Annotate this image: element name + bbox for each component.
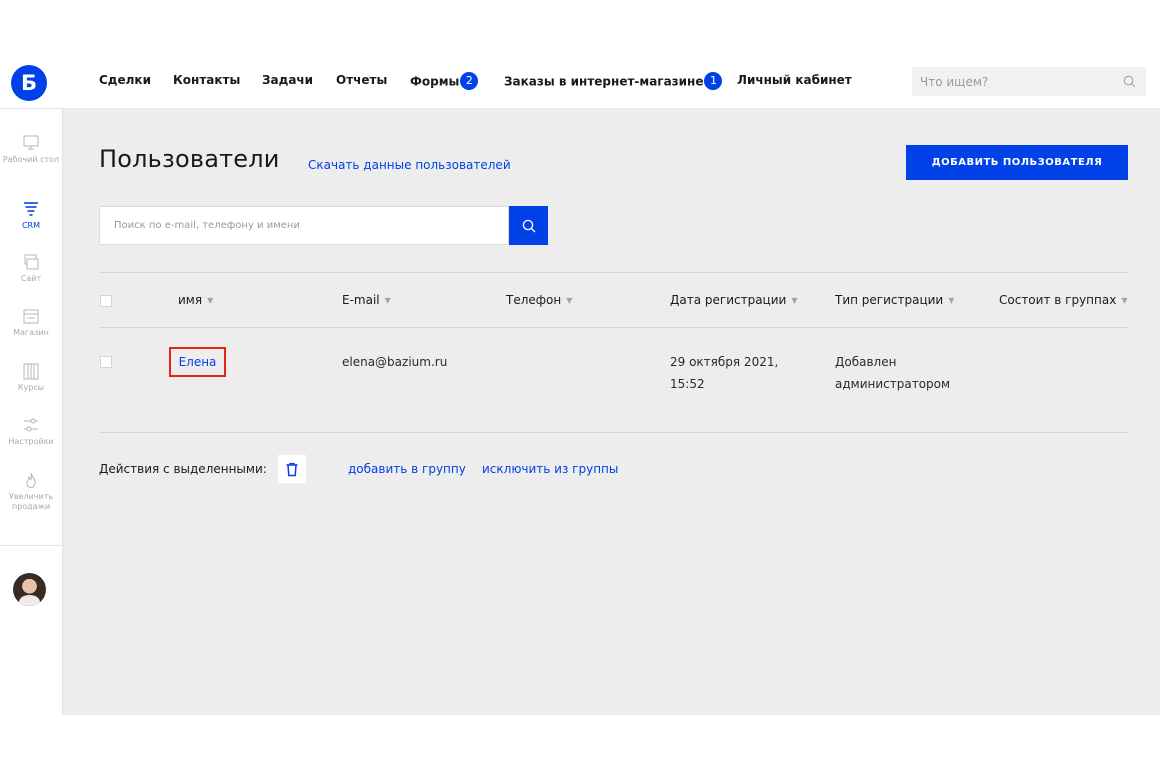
bulk-actions-label: Действия с выделенными: [99,462,267,476]
nav-item-tasks[interactable]: Задачи [262,73,313,87]
page-title: Пользователи [99,145,280,173]
nav-item-account[interactable]: Личный кабинет [737,73,852,87]
sort-arrow-icon: ▼ [791,296,798,305]
column-header-email[interactable]: E-mail ▼ [342,293,391,307]
column-header-label: имя [178,293,203,307]
sidebar-item-label: Увеличить продажи [8,492,54,511]
nav-item-orders[interactable]: Заказы в интернет-магазине 1 [504,72,723,91]
search-icon[interactable] [1123,75,1136,88]
store-icon [23,309,39,324]
top-navigation: Сделки Контакты Задачи Отчеты Формы 2 Зак… [62,56,1160,109]
desktop-icon [23,135,39,150]
column-header-label: E-mail [342,293,380,307]
sidebar-item-label: CRM [21,221,41,230]
sidebar-item-desktop[interactable]: Рабочий стол [0,134,62,165]
app-frame: Б Рабочий стол CRM Сайт Магазин Курсы На… [0,56,1160,715]
sidebar-item-crm[interactable]: CRM [0,200,62,231]
row-checkbox[interactable] [100,356,112,368]
sort-arrow-icon: ▼ [384,296,391,305]
sort-arrow-icon: ▼ [948,296,955,305]
column-header-label: Тип регистрации [835,293,944,307]
registration-time: 15:52 [670,377,705,391]
sidebar: Б Рабочий стол CRM Сайт Магазин Курсы На… [0,56,63,715]
nav-item-deals[interactable]: Сделки [99,73,151,87]
download-users-link[interactable]: Скачать данные пользователей [308,158,511,172]
select-all-checkbox[interactable] [100,295,112,307]
user-registration-date: 29 октября 2021, 15:52 [670,351,778,395]
sidebar-divider [0,108,62,109]
user-name-link[interactable]: Елена [169,347,226,377]
sort-arrow-icon: ▼ [207,296,214,305]
remove-from-group-link[interactable]: исключить из группы [482,462,618,476]
sidebar-item-courses[interactable]: Курсы [0,362,62,393]
user-search-input[interactable] [100,207,504,244]
column-header-label: Состоит в группах [999,293,1117,307]
add-to-group-link[interactable]: добавить в группу [348,462,466,476]
table-bottom-divider [99,432,1128,433]
sidebar-item-label: Магазин [13,328,49,337]
sidebar-item-label: Сайт [20,274,42,283]
column-header-registration-type[interactable]: Тип регистрации ▼ [835,293,954,307]
delete-selected-button[interactable] [278,455,306,483]
forms-count-badge: 2 [460,72,479,90]
table-header-divider [99,327,1128,328]
search-icon [522,219,535,232]
user-search [99,206,509,245]
nav-item-label: Формы [410,74,460,89]
nav-item-reports[interactable]: Отчеты [336,73,387,87]
user-registration-type: Добавлен администратором [835,351,950,395]
column-header-groups[interactable]: Состоит в группах ▼ [999,293,1127,307]
user-email: elena@bazium.ru [342,355,448,369]
column-header-phone[interactable]: Телефон ▼ [506,293,572,307]
orders-count-badge: 1 [704,72,723,90]
sidebar-item-site[interactable]: Сайт [0,253,62,284]
sidebar-item-label: Рабочий стол [2,155,60,164]
nav-item-forms[interactable]: Формы 2 [410,72,479,91]
trash-icon [286,462,298,476]
sliders-icon [24,418,38,432]
nav-item-contacts[interactable]: Контакты [173,73,240,87]
site-icon [24,254,39,270]
registration-date: 29 октября 2021, [670,355,779,369]
sidebar-item-store[interactable]: Магазин [0,307,62,338]
sidebar-item-label: Настройки [8,437,54,446]
table-top-divider [99,272,1128,273]
main-content: Пользователи Скачать данные пользователе… [63,109,1160,715]
sidebar-item-settings[interactable]: Настройки [0,416,62,447]
nav-item-label: Заказы в интернет-магазине [504,74,704,89]
column-header-label: Дата регистрации [670,293,787,307]
logo[interactable]: Б [11,65,47,101]
sidebar-item-boost-sales[interactable]: Увеличить продажи [0,471,62,512]
global-search-input[interactable] [912,67,1110,96]
sidebar-item-label: Курсы [17,383,45,392]
registration-type-line: администратором [835,377,951,391]
search-button[interactable] [509,206,548,245]
column-header-registration-date[interactable]: Дата регистрации ▼ [670,293,797,307]
sort-arrow-icon: ▼ [566,296,573,305]
sort-arrow-icon: ▼ [1121,296,1128,305]
funnel-icon [24,202,38,216]
add-user-button[interactable]: ДОБАВИТЬ ПОЛЬЗОВАТЕЛЯ [906,145,1128,180]
flame-icon [26,472,36,489]
global-search [912,67,1146,96]
registration-type-line: Добавлен [835,355,897,369]
column-header-name[interactable]: имя ▼ [178,293,213,307]
sidebar-divider [0,545,62,546]
column-header-label: Телефон [506,293,562,307]
avatar[interactable] [13,573,46,606]
books-icon [23,363,39,380]
